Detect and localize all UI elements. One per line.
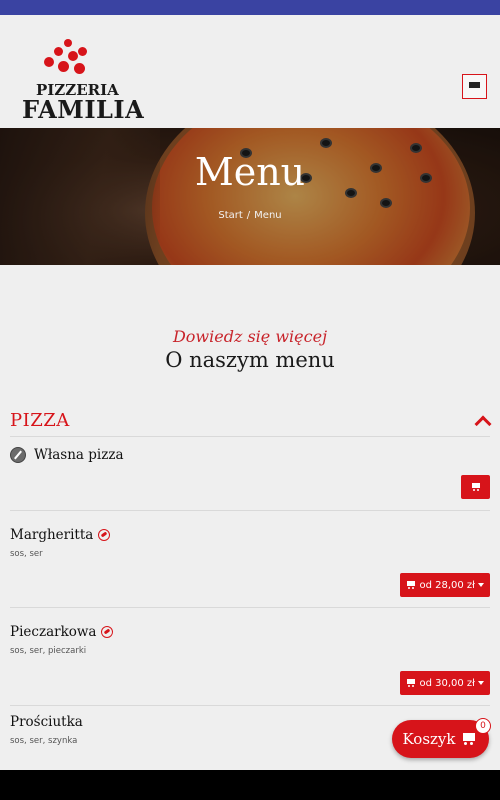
add-to-cart-dropdown-button[interactable]: od 30,00 zł [400,671,490,695]
caret-down-icon [478,681,484,685]
cart-label: Koszyk [402,730,456,748]
intro-title: O naszym menu [165,348,335,372]
item-description: sos, ser, pieczarki [10,646,87,656]
item-name: Margheritta [10,527,94,543]
category-header[interactable]: PIZZA [10,405,490,437]
cart-count-badge: 0 [475,718,491,734]
vegetarian-leaf-icon [101,626,114,638]
edit-pencil-icon [10,447,26,463]
item-description: sos, ser [10,549,43,559]
cart-icon [406,679,416,687]
breadcrumb-separator: / [246,210,251,221]
page-title: Menu [194,150,306,194]
breadcrumb: Start / Menu [0,210,500,221]
hero-banner: Menu Start / Menu [0,128,500,265]
vegetarian-leaf-icon [98,529,111,541]
caret-down-icon [478,583,484,587]
price-label: od 28,00 zł [419,579,475,591]
breadcrumb-current: Menu [254,210,282,221]
breadcrumb-link-start[interactable]: Start [218,210,242,221]
category-title: PIZZA [10,410,70,431]
cart-icon [471,483,481,491]
menu-item: Pieczarkowa sos, ser, pieczarki od 30,00… [10,608,490,706]
pizzeria-logo[interactable]: PIZZERIA FAMILIA [22,37,144,124]
add-to-cart-button[interactable] [461,475,490,499]
intro-subtitle: Dowiedz się więcej [172,327,328,346]
hamburger-menu-button[interactable] [462,74,487,99]
intro-section: Dowiedz się więcej O naszym menu [0,265,500,405]
cart-icon [462,733,476,745]
cart-button[interactable]: Koszyk 0 [392,718,491,758]
site-header: PIZZERIA FAMILIA [0,15,500,128]
item-name: Prościutka [10,714,83,730]
logo-dots-icon [22,37,122,77]
logo-text-familia: FAMILIA [22,95,145,124]
hamburger-icon [469,82,480,91]
menu-item: Margheritta sos, ser od 28,00 zł [10,511,490,608]
bottom-navigation-bar [0,770,500,800]
top-status-bar [0,0,500,15]
price-label: od 30,00 zł [419,677,475,689]
item-name: Własna pizza [34,447,124,463]
menu-item: Własna pizza [10,437,490,511]
add-to-cart-dropdown-button[interactable]: od 28,00 zł [400,573,490,597]
chevron-up-icon[interactable] [474,413,490,429]
cart-icon [406,581,416,589]
item-name: Pieczarkowa [10,624,97,640]
